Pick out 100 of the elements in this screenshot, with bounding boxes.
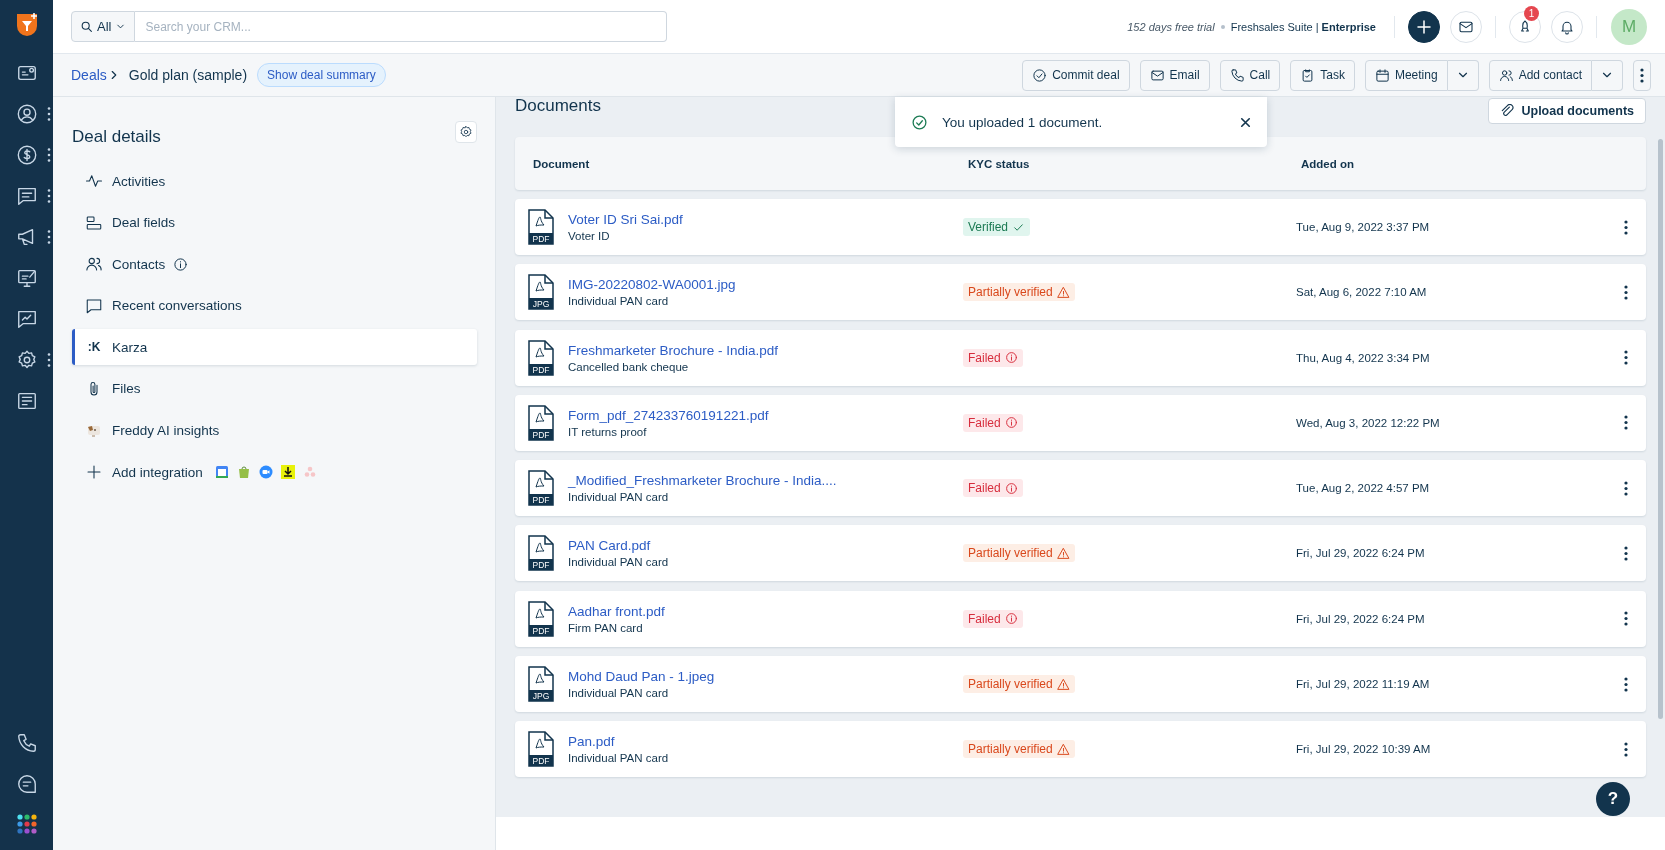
trial-text: 152 days free trial	[1127, 20, 1215, 33]
phone-icon[interactable]	[15, 731, 38, 754]
info-icon	[1004, 612, 1018, 626]
info-icon	[173, 256, 189, 272]
file-icon: PDF	[528, 339, 554, 376]
kebab-icon	[1624, 219, 1628, 235]
warning-icon	[1056, 547, 1070, 560]
sidebar-item[interactable]: Recent conversations	[72, 287, 242, 324]
document-row[interactable]: PDF Voter ID Sri Sai.pdf Voter ID Verified Tue, Aug 9, 2022 3:37 PM	[515, 199, 1646, 255]
contact-icon[interactable]	[15, 102, 38, 125]
search-field[interactable]: Search your CRM...	[135, 11, 667, 42]
chat-icon	[85, 296, 103, 315]
row-menu-button[interactable]	[1624, 741, 1628, 757]
bell-button[interactable]	[1551, 10, 1583, 43]
document-type: Voter ID	[568, 230, 611, 242]
document-row[interactable]: PDF Aadhar front.pdf Firm PAN card Failed Fri, Jul 29, 2022 6:24 PM	[515, 590, 1646, 647]
kebab-icon	[1624, 611, 1628, 627]
sidebar-item[interactable]: Activities	[72, 163, 166, 199]
breadcrumb-link[interactable]: Deals	[71, 67, 107, 83]
row-menu-button[interactable]	[1624, 546, 1628, 561]
document-row[interactable]: JPG Mohd Daud Pan - 1.jpeg Individual PAN card Partially verified Fri, Jul 29, 2022 11:19 AM	[515, 656, 1646, 713]
document-row[interactable]: PDF Freshmarketer Brochure - India.pdf Cancelled bank cheque Failed Thu, Aug 4, 2022 3:34 PM	[515, 329, 1646, 386]
scope-dropdown[interactable]: All	[71, 11, 136, 42]
document-row[interactable]: PDF _Modified_Freshmarketer Brochure - India.... Individual PAN card Failed Tue, Aug 2, 2022 4:57 PM	[515, 460, 1646, 517]
action-button[interactable]: Add contact	[1488, 59, 1592, 91]
kebab-icon[interactable]	[47, 147, 51, 163]
apps-grid-icon[interactable]	[16, 814, 37, 834]
date-text: Wed, Aug 3, 2022 12:22 PM	[1296, 416, 1441, 429]
row-menu-button[interactable]	[1624, 676, 1628, 692]
document-type: Individual PAN card	[568, 556, 669, 569]
kebab-icon[interactable]	[47, 106, 51, 122]
add-button[interactable]	[1408, 10, 1440, 43]
file-link[interactable]: Form_pdf_274233760191221.pdf	[568, 407, 769, 423]
upload-button[interactable]: Upload documents	[1488, 98, 1646, 124]
action-button[interactable]: Meeting	[1364, 59, 1448, 91]
row-menu-button[interactable]	[1624, 611, 1628, 627]
sidebar-item[interactable]: :K Karza	[72, 329, 477, 366]
mail-button[interactable]	[1450, 10, 1482, 43]
column-header: Document	[533, 157, 591, 170]
kebab-icon[interactable]	[47, 352, 51, 368]
sidebar-item[interactable]: Files	[72, 370, 141, 407]
sidebar-item[interactable]: Add integration	[72, 454, 203, 491]
kebab-icon[interactable]	[47, 229, 51, 245]
video-app-icon	[258, 465, 273, 480]
more-button[interactable]	[1633, 59, 1651, 91]
file-link[interactable]: PAN Card.pdf	[568, 538, 669, 554]
kebab-icon[interactable]	[47, 188, 51, 204]
kebab-icon	[1624, 480, 1628, 496]
search-icon	[80, 20, 93, 33]
file-link[interactable]: Mohd Daud Pan - 1.jpeg	[568, 669, 715, 685]
file-link[interactable]: Freshmarketer Brochure - India.pdf	[568, 342, 779, 358]
document-type: Individual PAN card	[568, 687, 670, 700]
chat-bubble-icon[interactable]	[15, 772, 38, 795]
breadcrumb-current: Gold plan (sample)	[128, 67, 248, 83]
settings-button[interactable]	[455, 121, 477, 143]
plan-text: Freshsales Suite | Enterprise	[1230, 20, 1376, 33]
document-row[interactable]: JPG IMG-20220802-WA0001.jpg Individual PAN card Partially verified Sat, Aug 6, 2022 7:10 AM	[515, 264, 1646, 321]
summary-button[interactable]: Show deal summary	[257, 63, 386, 87]
dollar-icon[interactable]	[15, 143, 38, 166]
status-badge: Failed	[963, 348, 1023, 367]
document-type: Firm PAN card	[568, 621, 644, 634]
document-type: IT returns proof	[568, 425, 648, 438]
date-text: Fri, Jul 29, 2022 10:39 AM	[1296, 743, 1432, 756]
action-button[interactable]: Email	[1139, 59, 1210, 91]
kebab-icon	[1624, 676, 1628, 692]
calendar-icon	[1374, 67, 1390, 83]
document-type: Individual PAN card	[568, 491, 670, 504]
row-menu-button[interactable]	[1624, 284, 1628, 300]
file-link[interactable]: _Modified_Freshmarketer Brochure - India....	[568, 473, 837, 489]
date-text: Thu, Aug 4, 2022 3:34 PM	[1296, 351, 1431, 364]
status-badge: Partially verified	[963, 740, 1075, 759]
file-link[interactable]: Aadhar front.pdf	[568, 603, 665, 619]
gear-icon[interactable]	[15, 348, 38, 371]
action-button[interactable]: Commit deal	[1022, 59, 1130, 91]
action-button[interactable]: Task	[1290, 59, 1355, 91]
document-row[interactable]: PDF PAN Card.pdf Individual PAN card Partially verified Fri, Jul 29, 2022 6:24 PM	[515, 525, 1646, 582]
sidebar-item[interactable]: Deal fields	[72, 204, 176, 241]
calendar-app-icon	[214, 465, 229, 480]
sidebar-item[interactable]: Contacts	[72, 246, 166, 283]
status-badge: Verified	[963, 218, 1031, 236]
file-link[interactable]: Voter ID Sri Sai.pdf	[568, 212, 683, 227]
status-badge: Partially verified	[963, 283, 1075, 302]
row-menu-button[interactable]	[1624, 480, 1628, 496]
section-title: Documents	[515, 97, 601, 114]
action-button[interactable]: Call	[1219, 59, 1281, 91]
file-link[interactable]: Pan.pdf	[568, 734, 669, 750]
plus-icon	[1415, 17, 1433, 36]
row-menu-button[interactable]	[1624, 219, 1628, 235]
scrollbar[interactable]	[1658, 139, 1663, 719]
row-menu-button[interactable]	[1624, 350, 1628, 366]
kebab-icon	[1624, 415, 1628, 431]
phone-icon	[1229, 67, 1245, 83]
document-type: Individual PAN card	[568, 295, 670, 308]
document-row[interactable]: PDF Form_pdf_274233760191221.pdf IT returns proof Failed Wed, Aug 3, 2022 12:22 PM	[515, 394, 1646, 451]
sidebar-item[interactable]: Freddy AI insights	[72, 412, 220, 449]
row-menu-button[interactable]	[1624, 415, 1628, 431]
file-link[interactable]: IMG-20220802-WA0001.jpg	[568, 277, 736, 293]
dots-app-icon	[302, 465, 317, 480]
column-header: Added on	[1301, 157, 1356, 170]
document-row[interactable]: PDF Pan.pdf Individual PAN card Partially verified Fri, Jul 29, 2022 10:39 AM	[515, 721, 1646, 778]
